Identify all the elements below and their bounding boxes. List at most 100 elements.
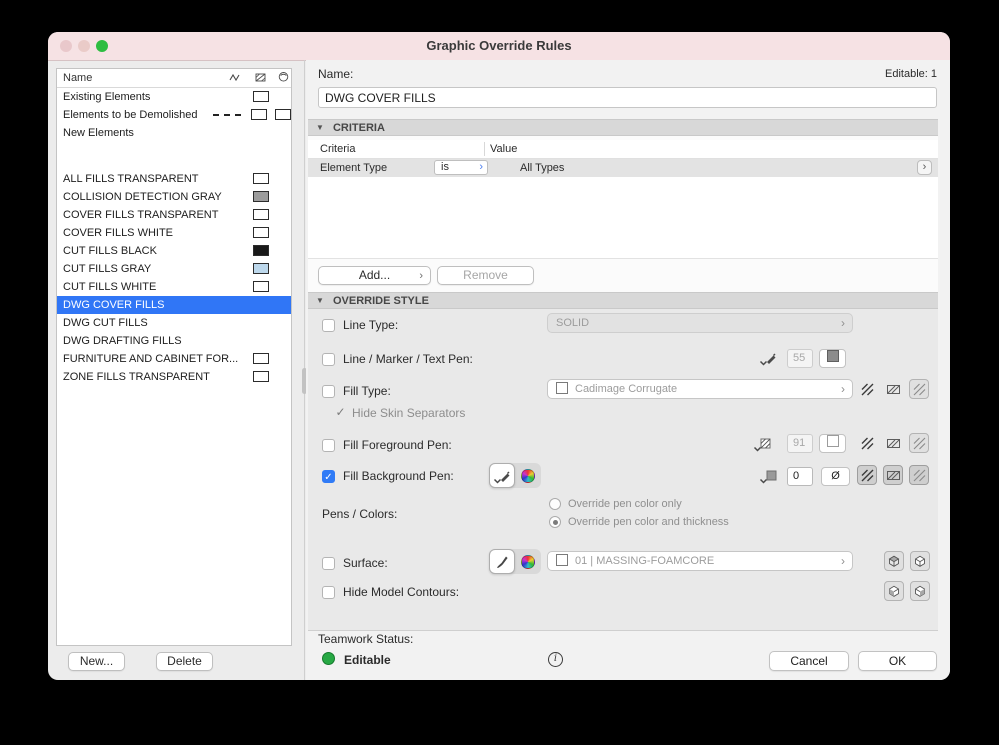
apply-to-drafting-fills-icon [912, 468, 926, 482]
new-button[interactable]: New... [68, 652, 125, 671]
apply-surface-cut-button[interactable] [884, 551, 904, 571]
title-bar[interactable]: Graphic Override Rules [48, 32, 950, 61]
fill-background-pen-picker-icon[interactable] [758, 466, 778, 486]
apply-to-cover-fills-icon[interactable] [883, 433, 903, 453]
delete-button[interactable]: Delete [156, 652, 213, 671]
chevron-right-icon: › [841, 382, 845, 396]
apply-surface-uncut-button[interactable] [884, 581, 904, 601]
fill-swatch [251, 109, 267, 120]
criteria-value-disclosure-button[interactable]: › [917, 160, 932, 175]
criteria-row[interactable]: Element Type is › All Types › [308, 159, 938, 177]
list-item[interactable]: ALL FILLS TRANSPARENT [57, 170, 291, 188]
pen-mode-button[interactable] [489, 463, 515, 488]
override-pen-color-thickness-radio[interactable] [549, 516, 561, 528]
chevron-right-icon: › [841, 316, 845, 330]
list-item[interactable]: Existing Elements [57, 88, 291, 106]
null-pen-button[interactable]: Ø [821, 467, 850, 486]
criteria-column-header: Criteria [320, 143, 356, 155]
hide-model-contours-checkbox[interactable] [322, 586, 335, 599]
apply-surface-custom-button[interactable] [910, 581, 930, 601]
add-button-label: Add... [358, 268, 391, 282]
override-style-section-header[interactable]: ▼ OVERRIDE STYLE [308, 292, 938, 309]
list-item-label: ZONE FILLS TRANSPARENT [63, 371, 210, 383]
surface-checkbox[interactable] [322, 557, 335, 570]
teamwork-status-dot [322, 652, 335, 665]
fill-swatch [253, 91, 269, 102]
pens-colors-label: Pens / Colors: [322, 507, 398, 521]
pen-picker-icon[interactable] [758, 348, 778, 368]
list-item[interactable]: CUT FILLS BLACK [57, 242, 291, 260]
apply-to-cut-fills-icon[interactable] [857, 433, 877, 453]
cube-cut-face-icon [889, 555, 899, 567]
hide-skin-separators-label: Hide Skin Separators [352, 406, 466, 420]
list-item[interactable]: DWG CUT FILLS [57, 314, 291, 332]
line-pen-checkbox[interactable] [322, 353, 335, 366]
fill-type-dropdown[interactable]: Cadimage Corrugate › [547, 379, 853, 399]
list-item[interactable]: CUT FILLS GRAY [57, 260, 291, 278]
remove-criteria-button[interactable]: Remove [437, 266, 534, 285]
list-item[interactable]: FURNITURE AND CABINET FOR... [57, 350, 291, 368]
surface-color-mode-button[interactable] [515, 549, 541, 574]
info-icon[interactable]: i [548, 652, 563, 667]
fill-foreground-pen-number-field[interactable]: 91 [787, 434, 813, 453]
surface-paint-mode-button[interactable] [489, 549, 515, 574]
hide-skin-separators-checkbox[interactable]: ✓ [334, 406, 347, 419]
criteria-operator-dropdown[interactable]: is › [434, 160, 488, 175]
line-type-checkbox[interactable] [322, 319, 335, 332]
apply-to-cover-fills-icon [886, 470, 900, 480]
cube-left-face-icon [889, 585, 899, 597]
disclosure-triangle-icon: ▼ [316, 296, 324, 305]
line-pen-color-button[interactable] [819, 349, 846, 368]
apply-surface-all-button[interactable] [910, 551, 930, 571]
apply-to-drafting-fills-button[interactable] [909, 379, 929, 399]
fill-foreground-pen-picker-icon[interactable] [752, 434, 772, 454]
line-type-dropdown[interactable]: SOLID › [547, 313, 853, 333]
surface-value: 01 | MASSING-FOAMCORE [575, 555, 715, 567]
apply-to-cut-fills-icon[interactable] [857, 379, 877, 399]
list-item[interactable]: New Elements [57, 124, 291, 142]
rule-name-input[interactable] [318, 87, 937, 108]
list-item[interactable]: CUT FILLS WHITE [57, 278, 291, 296]
fill-column-icon [255, 71, 267, 89]
name-column-header: Name [63, 72, 93, 84]
fill-background-pen-row: ✓ Fill Background Pen: 0 Ø [308, 461, 938, 491]
list-item[interactable]: COLLISION DETECTION GRAY [57, 188, 291, 206]
fill-type-label: Fill Type: [343, 384, 391, 398]
list-item[interactable]: ZONE FILLS TRANSPARENT [57, 368, 291, 386]
list-item[interactable]: DWG DRAFTING FILLS [57, 332, 291, 350]
criteria-section-header[interactable]: ▼ CRITERIA [308, 119, 938, 136]
fill-background-pen-checkbox[interactable]: ✓ [322, 470, 335, 483]
fill-foreground-pen-row: Fill Foreground Pen: 91 [308, 431, 938, 455]
graphic-override-rules-window: Graphic Override Rules Name Existing Ele… [48, 32, 950, 680]
surface-dropdown[interactable]: 01 | MASSING-FOAMCORE › [547, 551, 853, 571]
disclosure-triangle-icon: ▼ [316, 123, 324, 132]
ok-button[interactable]: OK [858, 651, 937, 671]
cancel-button[interactable]: Cancel [769, 651, 849, 671]
apply-to-cover-fills-button[interactable] [883, 465, 903, 485]
cube-outline-icon [915, 555, 925, 567]
list-item-selected[interactable]: DWG COVER FILLS [57, 296, 291, 314]
apply-to-cover-fills-icon[interactable] [883, 379, 903, 399]
fill-type-value: Cadimage Corrugate [575, 383, 678, 395]
add-criteria-button[interactable]: Add... › [318, 266, 431, 285]
bottom-divider [308, 630, 938, 631]
list-item[interactable]: COVER FILLS WHITE [57, 224, 291, 242]
color-mode-button[interactable] [515, 463, 541, 488]
apply-to-drafting-fills-button[interactable] [909, 433, 929, 453]
list-item-label: COLLISION DETECTION GRAY [63, 191, 222, 203]
fill-type-checkbox[interactable] [322, 385, 335, 398]
line-pen-number-field[interactable]: 55 [787, 349, 813, 368]
apply-to-drafting-fills-button[interactable] [909, 465, 929, 485]
criteria-value: All Types [520, 162, 565, 174]
fill-foreground-pen-checkbox[interactable] [322, 439, 335, 452]
list-item[interactable]: Elements to be Demolished [57, 106, 291, 124]
fill-swatch [253, 263, 269, 274]
fill-foreground-pen-color-button[interactable] [819, 434, 846, 453]
chevron-right-icon: › [419, 270, 423, 282]
list-item[interactable]: COVER FILLS TRANSPARENT [57, 206, 291, 224]
color-wheel-icon [521, 554, 535, 569]
rules-list: Name Existing Elements Elements to be De… [56, 68, 292, 646]
apply-to-cut-fills-button[interactable] [857, 465, 877, 485]
fill-background-pen-number-field[interactable]: 0 [787, 467, 813, 486]
override-pen-color-only-radio[interactable] [549, 498, 561, 510]
